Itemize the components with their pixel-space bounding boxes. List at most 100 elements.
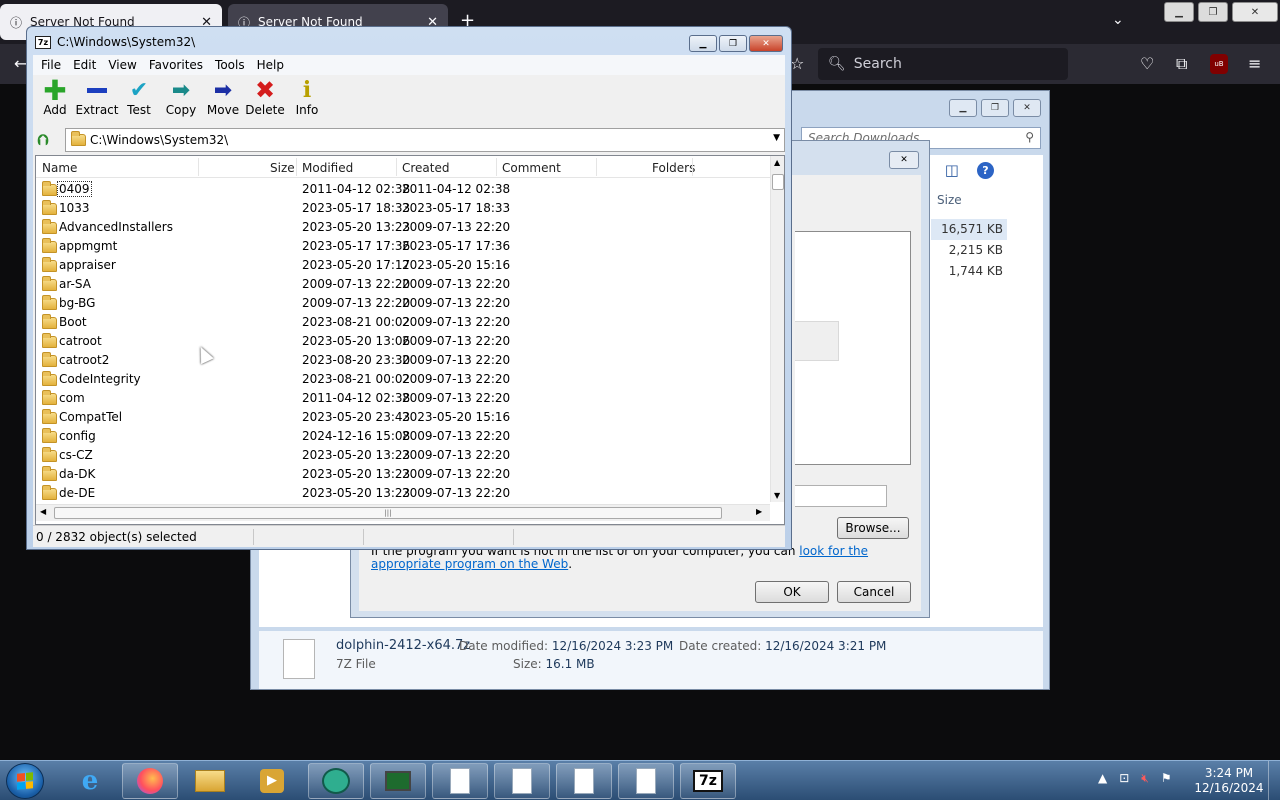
row-name: catroot	[59, 334, 102, 348]
size-column-header[interactable]: Size	[937, 193, 962, 207]
cancel-button[interactable]: Cancel	[837, 581, 911, 603]
close-button[interactable]: ✕	[1013, 99, 1041, 117]
sevenzip-taskbar-icon[interactable]: 7z	[680, 763, 736, 799]
document-taskbar-icon[interactable]	[556, 763, 612, 799]
up-folder-icon[interactable]: ⮉	[37, 131, 57, 149]
document-taskbar-icon[interactable]	[432, 763, 488, 799]
table-row[interactable]: 0409 2011-04-12 02:38 2011-04-12 02:38	[36, 180, 770, 199]
document-taskbar-icon[interactable]	[618, 763, 674, 799]
show-desktop-button[interactable]	[1268, 761, 1280, 800]
table-row[interactable]: appraiser 2023-05-20 17:17 2023-05-20 15:1…	[36, 256, 770, 275]
document-taskbar-icon[interactable]	[494, 763, 550, 799]
monitor-app-taskbar-icon[interactable]	[370, 763, 426, 799]
minimize-button[interactable]: ▁	[689, 35, 717, 52]
table-row[interactable]: AdvancedInstallers 2023-05-20 13:23 2009-0…	[36, 218, 770, 237]
scroll-down-icon[interactable]: ▼	[774, 491, 780, 500]
table-row[interactable]: CompatTel 2023-05-20 23:43 2023-05-20 15:1…	[36, 408, 770, 427]
table-row[interactable]: com 2011-04-12 02:38 2009-07-13 22:20	[36, 389, 770, 408]
table-row[interactable]: da-DK 2023-05-20 13:23 2009-07-13 22:20	[36, 465, 770, 484]
ublock-icon[interactable]: uB	[1210, 54, 1228, 74]
row-name: CompatTel	[59, 410, 123, 424]
minimize-button[interactable]: ▁	[1164, 2, 1194, 22]
menu-help[interactable]: Help	[251, 55, 290, 75]
test-button[interactable]: ✔ Test	[117, 77, 161, 118]
search-icon: ⚲	[1025, 130, 1034, 144]
scroll-thumb[interactable]	[772, 174, 784, 190]
menu-edit[interactable]: Edit	[67, 55, 102, 75]
internet-explorer-taskbar-icon[interactable]: e	[62, 763, 118, 799]
help-icon[interactable]: ?	[976, 161, 994, 179]
column-name[interactable]: Name	[42, 161, 77, 175]
move-button[interactable]: ➡ Move	[201, 77, 245, 118]
table-row[interactable]: de-DE 2023-05-20 13:23 2009-07-13 22:20	[36, 484, 770, 503]
table-row[interactable]: CodeIntegrity 2023-08-21 00:02 2009-07-13 …	[36, 370, 770, 389]
bookmark-star-icon[interactable]: ☆	[790, 54, 804, 73]
file-explorer-taskbar-icon[interactable]	[182, 763, 238, 799]
table-row[interactable]: cs-CZ 2023-05-20 13:23 2009-07-13 22:20	[36, 446, 770, 465]
folder-icon	[42, 238, 57, 253]
browse-button[interactable]: Browse...	[837, 517, 909, 539]
menu-favorites[interactable]: Favorites	[143, 55, 209, 75]
close-button[interactable]: ✕	[749, 35, 783, 52]
column-modified[interactable]: Modified	[302, 161, 353, 175]
minimize-button[interactable]: ▁	[949, 99, 977, 117]
file-size: 16,571 KB	[931, 219, 1007, 240]
media-player-taskbar-icon[interactable]: ▶	[244, 763, 300, 799]
column-comment[interactable]: Comment	[502, 161, 561, 175]
delete-button[interactable]: ✖ Delete	[243, 76, 287, 117]
clock[interactable]: 3:24 PM 12/16/2024	[1194, 766, 1264, 796]
copy-button[interactable]: ➡ Copy	[159, 77, 203, 118]
column-folders[interactable]: Folders	[652, 161, 695, 175]
table-row[interactable]: bg-BG 2009-07-13 22:20 2009-07-13 22:20	[36, 294, 770, 313]
menu-icon[interactable]: ≡	[1248, 54, 1261, 73]
scroll-up-icon[interactable]: ▲	[774, 158, 780, 167]
info-button[interactable]: i Info	[285, 77, 329, 117]
preview-pane-icon[interactable]: ◫	[945, 161, 959, 179]
table-row[interactable]: Boot 2023-08-21 00:02 2009-07-13 22:20	[36, 313, 770, 332]
maximize-button[interactable]: ❐	[719, 35, 747, 52]
table-row[interactable]: appmgmt 2023-05-17 17:36 2023-05-17 17:36	[36, 237, 770, 256]
scroll-thumb[interactable]: |||	[54, 507, 722, 519]
app-taskbar-icon[interactable]	[308, 763, 364, 799]
file-list[interactable]: Name Size Modified Created Comment Folde…	[35, 155, 785, 525]
table-row[interactable]: config 2024-12-16 15:08 2009-07-13 22:20	[36, 427, 770, 446]
folder-icon	[42, 257, 57, 272]
window-title-text: C:\Windows\System32\	[57, 35, 196, 49]
menu-tools[interactable]: Tools	[209, 55, 251, 75]
action-center-flag-icon[interactable]: ⚑	[1161, 771, 1172, 786]
chevron-down-icon[interactable]: ▼	[773, 133, 780, 143]
scroll-left-icon[interactable]: ◀	[40, 507, 46, 516]
start-button[interactable]	[6, 763, 44, 799]
add-button[interactable]: ✚ Add	[33, 74, 77, 118]
extract-button[interactable]: Extract	[75, 77, 119, 117]
scroll-right-icon[interactable]: ▶	[756, 507, 762, 516]
maximize-button[interactable]: ❐	[981, 99, 1009, 117]
menu-file[interactable]: File	[35, 55, 67, 75]
firefox-taskbar-icon[interactable]	[122, 763, 178, 799]
pocket-icon[interactable]: ♡	[1140, 54, 1154, 73]
close-button[interactable]: ✕	[889, 151, 919, 169]
menu-view[interactable]: View	[102, 55, 142, 75]
browser-search-box[interactable]: 🔍︎ Search	[818, 48, 1068, 80]
program-list-item[interactable]	[795, 321, 839, 361]
network-icon[interactable]: ⊡	[1119, 771, 1129, 786]
folder-icon	[42, 485, 57, 500]
ok-button[interactable]: OK	[755, 581, 829, 603]
table-row[interactable]: 1033 2023-05-17 18:33 2023-05-17 18:33	[36, 199, 770, 218]
column-size[interactable]: Size	[270, 161, 295, 175]
maximize-button[interactable]: ❐	[1198, 2, 1228, 22]
table-row[interactable]: catroot2 2023-08-20 23:30 2009-07-13 22:20	[36, 351, 770, 370]
table-row[interactable]: catroot 2023-05-20 13:06 2009-07-13 22:20	[36, 332, 770, 351]
extensions-icon[interactable]: ⧉	[1176, 54, 1187, 74]
table-row[interactable]: ar-SA 2009-07-13 22:20 2009-07-13 22:20	[36, 275, 770, 294]
chevron-down-icon[interactable]: ⌄	[1112, 12, 1124, 28]
size-column-values: 16,571 KB 2,215 KB 1,744 KB	[931, 219, 1007, 282]
address-input[interactable]: C:\Windows\System32\ ▼	[65, 128, 785, 152]
horizontal-scrollbar[interactable]: ◀ ||| ▶	[36, 504, 770, 521]
show-hidden-icons-icon[interactable]: ▲	[1098, 771, 1107, 786]
close-button[interactable]: ✕	[1232, 2, 1278, 22]
volume-muted-icon[interactable]: 🔇︎	[1141, 771, 1149, 786]
column-created[interactable]: Created	[402, 161, 450, 175]
program-description-field	[795, 485, 887, 507]
vertical-scrollbar[interactable]: ▲ ▼	[770, 156, 784, 502]
